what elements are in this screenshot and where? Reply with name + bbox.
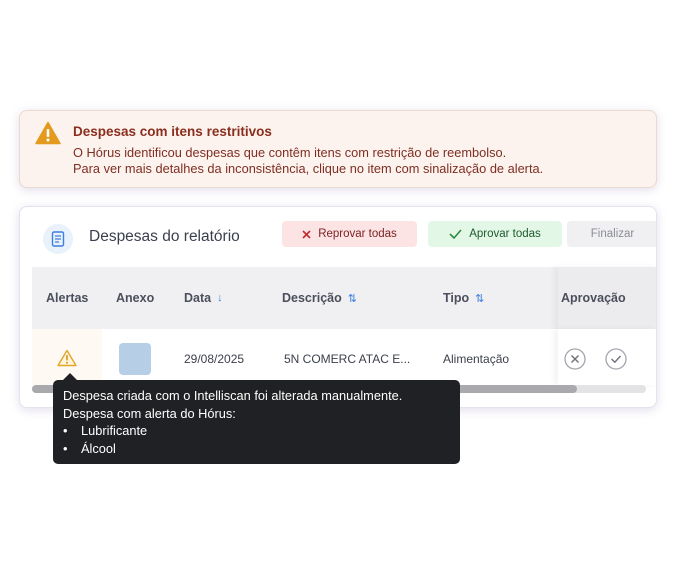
sort-down-icon[interactable]: ↓: [217, 292, 223, 304]
tooltip-line-2: Despesa com alerta do Hórus:: [63, 405, 236, 421]
report-icon: [43, 224, 73, 254]
warning-icon: [35, 121, 61, 145]
approve-all-button[interactable]: Aprovar todas: [428, 221, 562, 247]
report-title: Despesas do relatório: [89, 228, 240, 245]
column-date[interactable]: Data ↓: [184, 291, 223, 305]
table-header: Alertas Anexo Data ↓ Descrição ⇅ Tipo ⇅ …: [32, 267, 656, 329]
approve-icon[interactable]: [605, 348, 627, 370]
finalize-label: Finalizar: [590, 228, 635, 240]
alert-message-line-2: Para ver mais detalhes da inconsistência…: [73, 161, 544, 176]
tooltip-item: Álcool: [63, 440, 450, 458]
row-date: 29/08/2025: [184, 352, 245, 366]
alert-message: O Hórus identificou despesas que contêm …: [73, 145, 543, 177]
report-expenses-card: Despesas do relatório Reprovar todas Apr…: [19, 206, 657, 408]
approve-all-label: Aprovar todas: [469, 228, 541, 240]
close-icon: [302, 229, 311, 239]
sort-toggle-icon[interactable]: ⇅: [348, 292, 357, 305]
tooltip-line-1: Despesa criada com o Intelliscan foi alt…: [63, 388, 403, 403]
row-type: Alimentação: [443, 352, 510, 366]
reject-all-button[interactable]: Reprovar todas: [282, 221, 417, 247]
restricted-items-alert: Despesas com itens restritivos O Hórus i…: [19, 110, 657, 188]
attachment-thumbnail[interactable]: [119, 343, 151, 375]
reject-icon[interactable]: [564, 348, 586, 370]
check-icon: [449, 229, 462, 239]
column-attachment: Anexo: [116, 291, 155, 305]
tooltip-item-list: Lubrificante Álcool: [63, 422, 450, 457]
column-approval: Aprovação: [561, 291, 626, 305]
row-description: 5N COMERC ATAC E...: [284, 352, 411, 366]
alert-tooltip: Despesa criada com o Intelliscan foi alt…: [53, 373, 460, 464]
table-row[interactable]: 29/08/2025 5N COMERC ATAC E... Alimentaç…: [32, 329, 656, 385]
tooltip-arrow: [63, 373, 77, 380]
column-type[interactable]: Tipo ⇅: [443, 291, 484, 305]
column-description[interactable]: Descrição ⇅: [282, 291, 357, 305]
alert-title: Despesas com itens restritivos: [73, 124, 272, 139]
reject-all-label: Reprovar todas: [318, 228, 397, 240]
column-alerts: Alertas: [46, 291, 89, 305]
warning-icon[interactable]: [57, 349, 77, 367]
sort-toggle-icon[interactable]: ⇅: [475, 292, 484, 305]
tooltip-item: Lubrificante: [63, 422, 450, 440]
finalize-button[interactable]: Finalizar: [567, 221, 656, 247]
alert-message-line-1: O Hórus identificou despesas que contêm …: [73, 145, 507, 160]
